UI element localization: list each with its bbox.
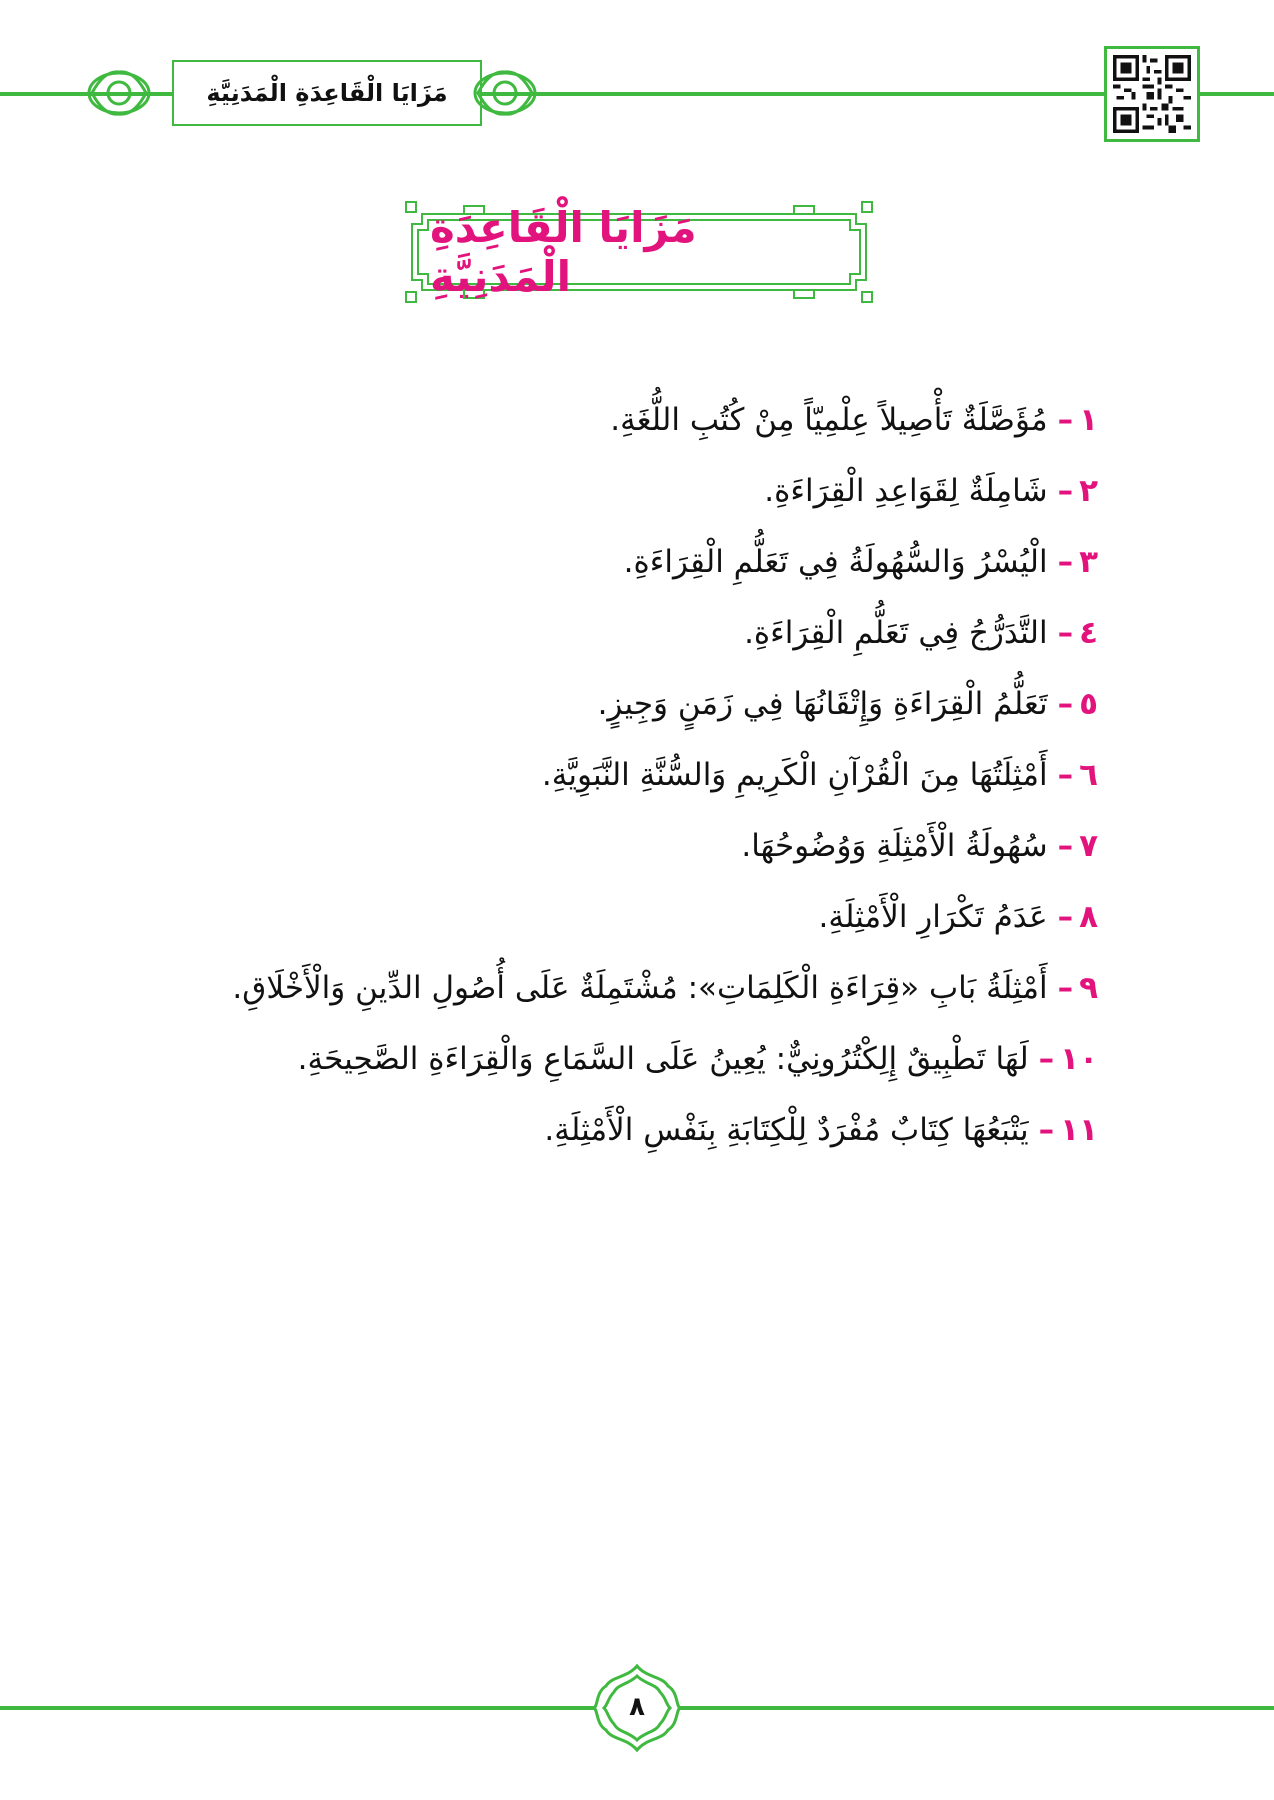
item-number: ١٠ xyxy=(1060,1041,1098,1077)
list-item: ٣–الْيُسْرُ وَالسُّهُولَةُ فِي تَعَلُّمِ… xyxy=(198,534,1098,605)
list-item: ١–مُؤَصَّلَةٌ تَأْصِيلاً عِلْمِيّاً مِنْ… xyxy=(198,392,1098,463)
item-number: ٢ xyxy=(1079,473,1098,509)
list-item: ٢–شَامِلَةٌ لِقَوَاعِدِ الْقِرَاءَةِ. xyxy=(198,463,1098,534)
features-list: ١–مُؤَصَّلَةٌ تَأْصِيلاً عِلْمِيّاً مِنْ… xyxy=(198,392,1098,1173)
list-item: ٥–تَعَلُّمُ الْقِرَاءَةِ وَإِتْقَانُهَا … xyxy=(198,676,1098,747)
item-number: ٥ xyxy=(1079,686,1098,722)
item-text: تَعَلُّمُ الْقِرَاءَةِ وَإِتْقَانُهَا فِ… xyxy=(597,686,1048,722)
page-title: مَزَايَا الْقَاعِدَةِ الْمَدَنِيَّةِ xyxy=(430,203,697,301)
item-number: ٤ xyxy=(1079,615,1098,651)
item-text: أَمْثِلَتُهَا مِنَ الْقُرْآنِ الْكَرِيمِ… xyxy=(541,757,1048,793)
item-dash: – xyxy=(1057,970,1074,1006)
item-number: ١ xyxy=(1079,402,1098,438)
running-header-title: مَزَايَا الْقَاعِدَةِ الْمَدَنِيَّةِ xyxy=(206,79,448,107)
item-dash: – xyxy=(1057,899,1074,935)
item-number: ٩ xyxy=(1079,970,1098,1006)
item-dash: – xyxy=(1057,686,1074,722)
item-text: أَمْثِلَةُ بَابِ «قِرَاءَةِ الْكَلِمَاتِ… xyxy=(232,970,1048,1006)
item-dash: – xyxy=(1057,544,1074,580)
item-dash: – xyxy=(1057,473,1074,509)
item-number: ٨ xyxy=(1079,899,1098,935)
item-text: مُؤَصَّلَةٌ تَأْصِيلاً عِلْمِيّاً مِنْ ك… xyxy=(610,402,1048,438)
floral-ornament-icon xyxy=(87,70,151,116)
item-text: التَّدَرُّجُ فِي تَعَلُّمِ الْقِرَاءَةِ. xyxy=(744,615,1048,651)
item-text: شَامِلَةٌ لِقَوَاعِدِ الْقِرَاءَةِ. xyxy=(764,473,1048,509)
qr-code[interactable] xyxy=(1104,46,1200,142)
item-text: يَتْبَعُهَا كِتَابٌ مُفْرَدٌ لِلْكِتَابَ… xyxy=(544,1112,1029,1148)
item-text: سُهُولَةُ الْأَمْثِلَةِ وَوُضُوحُهَا. xyxy=(741,828,1048,864)
list-item: ٦–أَمْثِلَتُهَا مِنَ الْقُرْآنِ الْكَرِي… xyxy=(198,747,1098,818)
item-dash: – xyxy=(1057,828,1074,864)
item-dash: – xyxy=(1038,1041,1055,1077)
qr-code-icon xyxy=(1113,55,1191,133)
list-item: ٨–عَدَمُ تَكْرَارِ الْأَمْثِلَةِ. xyxy=(198,889,1098,960)
list-item: ٧–سُهُولَةُ الْأَمْثِلَةِ وَوُضُوحُهَا. xyxy=(198,818,1098,889)
item-number: ٣ xyxy=(1079,544,1098,580)
list-item: ١٠–لَهَا تَطْبِيقٌ إِلِكْتُرُونِيٌّ: يُع… xyxy=(198,1031,1098,1102)
page-number: ٨ xyxy=(629,1692,645,1722)
item-number: ١١ xyxy=(1060,1112,1098,1148)
running-header: مَزَايَا الْقَاعِدَةِ الْمَدَنِيَّةِ xyxy=(172,60,482,126)
item-dash: – xyxy=(1057,757,1074,793)
item-number: ٦ xyxy=(1079,757,1098,793)
item-text: لَهَا تَطْبِيقٌ إِلِكْتُرُونِيٌّ: يُعِين… xyxy=(297,1041,1029,1077)
item-number: ٧ xyxy=(1079,828,1098,864)
item-text: عَدَمُ تَكْرَارِ الْأَمْثِلَةِ. xyxy=(818,899,1048,935)
list-item: ٩–أَمْثِلَةُ بَابِ «قِرَاءَةِ الْكَلِمَا… xyxy=(198,960,1098,1031)
item-dash: – xyxy=(1057,402,1074,438)
item-dash: – xyxy=(1038,1112,1055,1148)
item-dash: – xyxy=(1057,615,1074,651)
floral-ornament-icon xyxy=(473,70,537,116)
list-item: ١١–يَتْبَعُهَا كِتَابٌ مُفْرَدٌ لِلْكِتَ… xyxy=(198,1102,1098,1173)
list-item: ٤–التَّدَرُّجُ فِي تَعَلُّمِ الْقِرَاءَة… xyxy=(198,605,1098,676)
item-text: الْيُسْرُ وَالسُّهُولَةُ فِي تَعَلُّمِ ا… xyxy=(623,544,1048,580)
